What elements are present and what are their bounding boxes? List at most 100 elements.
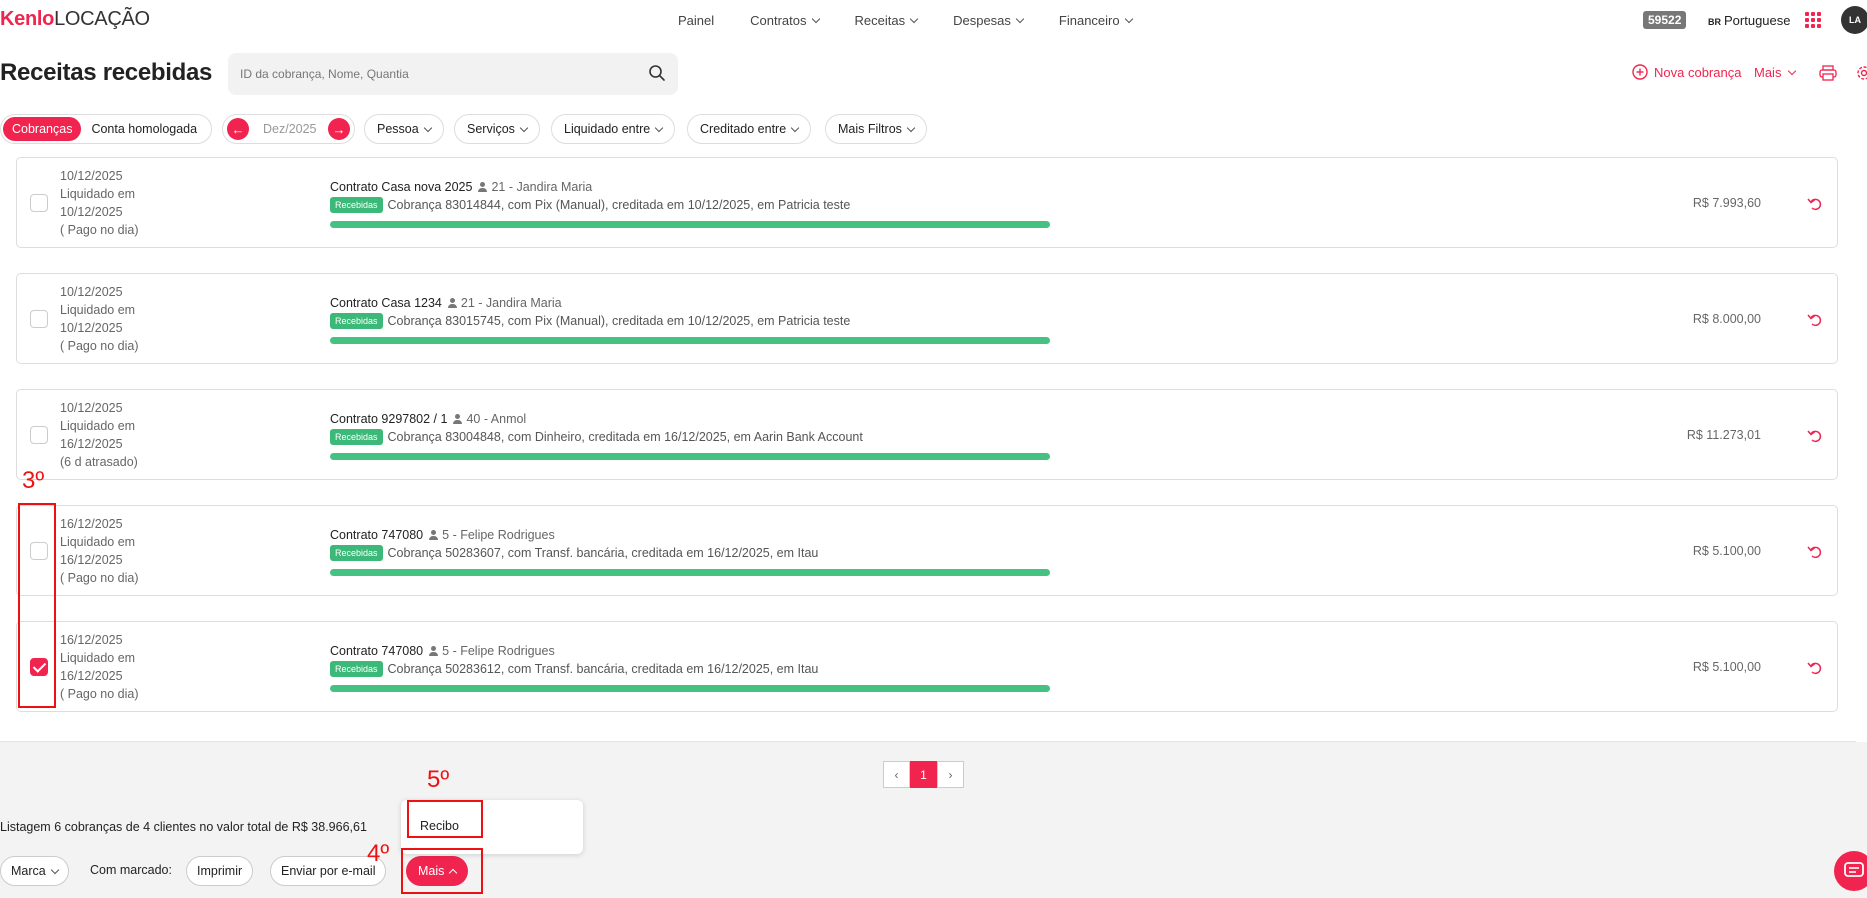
filter-pessoa[interactable]: Pessoa	[364, 114, 444, 144]
row-contract[interactable]: Contrato 9297802 / 1 40 - Anmol	[330, 412, 526, 426]
row-description: Recebidas Cobrança 83004848, com Dinheiro…	[330, 429, 863, 445]
annotation-box-checkboxes	[18, 503, 56, 708]
tab-conta-homologada[interactable]: Conta homologada	[81, 117, 209, 141]
search-input[interactable]	[228, 53, 628, 95]
nav-label: Painel	[678, 13, 715, 28]
annotation-step-3: 3º	[22, 467, 45, 494]
row-checkbox[interactable]	[30, 310, 48, 328]
chevron-down-icon	[654, 123, 664, 132]
undo-icon[interactable]	[1807, 427, 1823, 443]
chevron-down-icon	[1015, 14, 1025, 24]
row-contract[interactable]: Contrato 747080 5 - Felipe Rodrigues	[330, 528, 555, 542]
nav-label: Financeiro	[1058, 13, 1120, 28]
status-badge: Recebidas	[330, 313, 383, 329]
com-marcado-label: Com marcado:	[90, 863, 172, 877]
printer-icon[interactable]	[1819, 65, 1837, 81]
pagination: ‹ 1 ›	[883, 761, 964, 788]
charge-row: 10/12/2025 Liquidado em 10/12/2025( Pago n…	[16, 273, 1838, 364]
marca-dropdown[interactable]: Marca	[0, 856, 69, 886]
chevron-down-icon	[50, 865, 59, 874]
lang-label: Portuguese	[1724, 13, 1791, 28]
charge-row: 16/12/2025 Liquidado em 16/12/2025( Pago n…	[16, 505, 1838, 596]
new-charge-label: Nova cobrança	[1654, 64, 1742, 80]
search-box	[228, 53, 678, 95]
filter-mais-filtros[interactable]: Mais Filtros	[825, 114, 927, 144]
filter-label: Liquidado entre	[564, 122, 651, 136]
undo-icon[interactable]	[1807, 311, 1823, 327]
nav-label: Contratos	[750, 13, 807, 28]
status-badge: Recebidas	[330, 545, 383, 561]
undo-icon[interactable]	[1807, 659, 1823, 675]
status-badge: Recebidas	[330, 661, 383, 677]
tab-cobrancas[interactable]: Cobranças	[3, 117, 82, 141]
row-contract[interactable]: Contrato Casa nova 2025 21 - Jandira Mari…	[330, 180, 592, 194]
prev-page-button[interactable]: ‹	[883, 761, 910, 788]
progress-bar	[330, 221, 1050, 228]
print-label: Imprimir	[197, 864, 243, 878]
chat-icon[interactable]	[1834, 851, 1867, 891]
nav-painel[interactable]: Painel	[678, 13, 714, 28]
nav-despesas[interactable]: Despesas	[953, 13, 1025, 28]
month-label: Dez/2025	[263, 122, 317, 136]
nav-financeiro[interactable]: Financeiro	[1058, 13, 1133, 28]
search-icon[interactable]	[648, 64, 666, 82]
filter-liquidado-entre[interactable]: Liquidado entre	[551, 114, 676, 144]
logo-brand: Kenlo	[0, 8, 55, 30]
month-selector: ← Dez/2025 →	[222, 114, 355, 144]
annotation-box-mais	[401, 848, 483, 894]
row-description: Recebidas Cobrança 50283612, com Transf. …	[330, 661, 818, 677]
progress-bar	[330, 337, 1050, 344]
row-checkbox[interactable]	[30, 194, 48, 212]
filter-label: Creditado entre	[700, 122, 787, 136]
nav-receitas[interactable]: Receitas	[855, 13, 919, 28]
filter-creditado-entre[interactable]: Creditado entre	[687, 114, 812, 144]
next-page-button[interactable]: ›	[937, 761, 964, 788]
row-contract[interactable]: Contrato 747080 5 - Felipe Rodrigues	[330, 644, 555, 658]
chevron-down-icon	[1124, 14, 1133, 24]
undo-icon[interactable]	[1807, 195, 1823, 211]
page-button[interactable]: 1	[910, 761, 937, 788]
row-description: Recebidas Cobrança 83015745, com Pix (Man…	[330, 313, 850, 329]
chevron-down-icon	[423, 123, 432, 132]
progress-bar	[330, 685, 1050, 692]
row-checkbox[interactable]	[30, 426, 48, 444]
row-amount: R$ 7.993,60	[1692, 196, 1761, 210]
arrow-right-icon[interactable]: →	[328, 118, 350, 140]
main-nav: Painel Contratos Receitas Despesas Finan…	[678, 13, 1168, 28]
gear-icon[interactable]	[1855, 64, 1867, 82]
language-selector[interactable]: BR Portuguese	[1708, 13, 1791, 28]
chevron-down-icon	[790, 123, 800, 132]
annotation-step-5: 5º	[427, 766, 450, 793]
row-contract[interactable]: Contrato Casa 1234 21 - Jandira Maria	[330, 296, 562, 310]
chevron-down-icon	[909, 14, 919, 24]
arrow-left-icon[interactable]: ←	[227, 118, 249, 140]
filter-servicos[interactable]: Serviços	[454, 114, 540, 144]
row-amount: R$ 5.100,00	[1692, 544, 1761, 558]
apps-grid-icon[interactable]	[1805, 12, 1821, 28]
row-amount: R$ 5.100,00	[1692, 660, 1761, 674]
row-amount: R$ 11.273,01	[1686, 428, 1761, 442]
chevron-down-icon	[906, 123, 916, 132]
person-icon	[429, 646, 439, 656]
person-icon	[447, 298, 457, 308]
listing-summary: Listagem 6 cobranças de 4 clientes no va…	[0, 820, 367, 834]
more-label: Mais	[1754, 65, 1782, 80]
row-dates: 16/12/2025 Liquidado em 16/12/2025( Pago n…	[60, 633, 139, 701]
avatar[interactable]: LA	[1841, 6, 1867, 34]
charge-row: 10/12/2025 Liquidado em 10/12/2025( Pago n…	[16, 157, 1838, 248]
logo-suffix: LOCAÇÃO	[54, 8, 150, 30]
progress-bar	[330, 453, 1050, 460]
filter-label: Serviços	[467, 122, 515, 136]
undo-icon[interactable]	[1807, 543, 1823, 559]
tab-switch: Cobranças Conta homologada	[0, 114, 213, 144]
status-badge: Recebidas	[330, 197, 383, 213]
print-button[interactable]: Imprimir	[186, 856, 254, 886]
page-title: Receitas recebidas	[0, 59, 213, 86]
nav-contratos[interactable]: Contratos	[750, 13, 820, 28]
more-menu-button[interactable]: Mais	[1754, 65, 1797, 80]
chevron-down-icon	[1788, 66, 1797, 76]
person-icon	[453, 414, 463, 424]
new-charge-button[interactable]: Nova cobrança	[1632, 64, 1741, 80]
chevron-down-icon	[811, 14, 820, 24]
kenlo-logo[interactable]: KenloLOCAÇÃO	[0, 8, 150, 31]
